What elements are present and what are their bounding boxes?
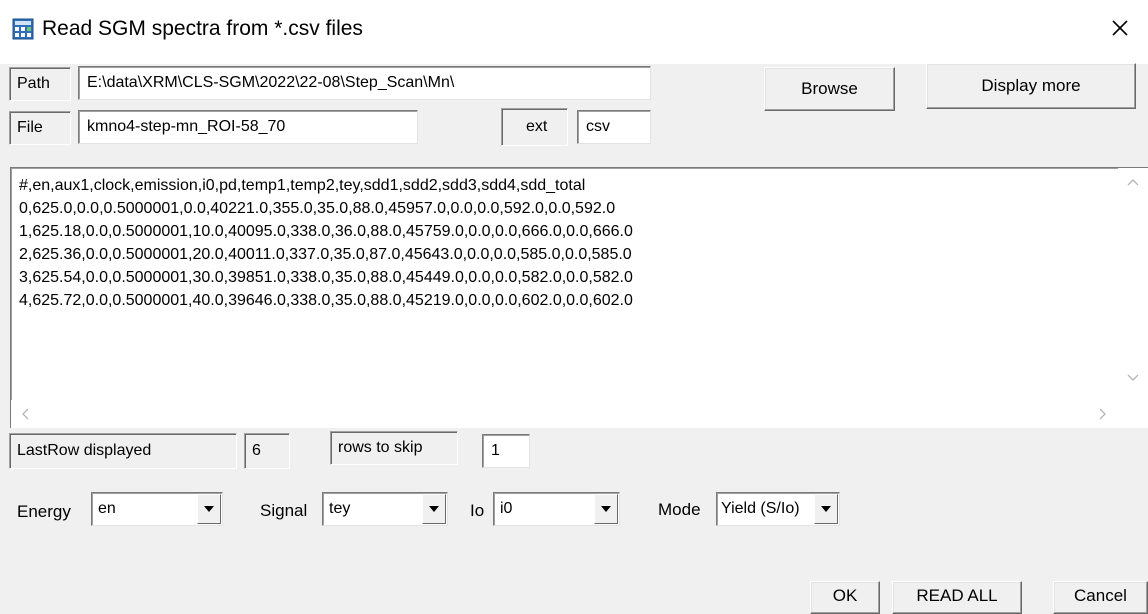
preview-line: #,en,aux1,clock,emission,i0,pd,temp1,tem… (19, 177, 586, 194)
chevron-down-icon[interactable] (594, 494, 618, 524)
vertical-scrollbar[interactable] (1118, 168, 1148, 400)
path-label: Path (9, 67, 71, 101)
mode-select[interactable]: Yield (S/Io) (716, 492, 840, 526)
horizontal-scrollbar[interactable] (11, 400, 1148, 428)
scroll-left-arrow-icon[interactable] (21, 408, 29, 420)
chevron-down-icon[interactable] (422, 494, 446, 524)
chevron-down-icon[interactable] (814, 494, 838, 524)
mode-label: Mode (658, 500, 701, 519)
rows-to-skip-input[interactable]: 1 (482, 434, 530, 468)
scroll-right-arrow-icon[interactable] (1099, 408, 1107, 420)
file-label: File (9, 111, 71, 145)
file-input[interactable]: kmno4-step-mn_ROI-58_70 (78, 110, 418, 144)
ext-label: ext (501, 108, 568, 146)
io-label: Io (470, 501, 485, 520)
energy-select[interactable]: en (91, 492, 223, 526)
window-title: Read SGM spectra from *.csv files (42, 17, 363, 40)
signal-selected: tey (329, 500, 351, 517)
close-icon[interactable] (1106, 14, 1134, 42)
cancel-button[interactable]: Cancel (1053, 581, 1148, 614)
rows-to-skip-label: rows to skip (330, 431, 458, 465)
signal-select[interactable]: tey (322, 492, 448, 526)
read-all-button[interactable]: READ ALL (892, 581, 1022, 614)
scroll-up-arrow-icon[interactable] (1127, 178, 1139, 186)
energy-selected: en (98, 500, 116, 517)
io-select[interactable]: i0 (493, 492, 620, 526)
mode-selected: Yield (S/Io) (721, 500, 800, 517)
preview-line: 1,625.18,0.0,0.5000001,10.0,40095.0,338.… (19, 223, 633, 240)
file-preview-textarea[interactable]: #,en,aux1,clock,emission,i0,pd,temp1,tem… (10, 167, 1148, 428)
calculator-table-icon (12, 18, 34, 40)
display-more-button[interactable]: Display more (926, 63, 1136, 109)
preview-line: 2,625.36,0.0,0.5000001,20.0,40011.0,337.… (19, 246, 632, 263)
chevron-down-icon[interactable] (197, 494, 221, 524)
last-row-label: LastRow displayed (9, 433, 237, 469)
preview-line: 4,625.72,0.0,0.5000001,40.0,39646.0,338.… (19, 292, 633, 309)
last-row-value: 6 (244, 433, 290, 469)
path-input[interactable]: E:\data\XRM\CLS-SGM\2022\22-08\Step_Scan… (78, 66, 651, 100)
preview-line: 3,625.54,0.0,0.5000001,30.0,39851.0,338.… (19, 269, 633, 286)
ok-button[interactable]: OK (810, 581, 880, 614)
preview-text: #,en,aux1,clock,emission,i0,pd,temp1,tem… (19, 174, 1114, 312)
io-selected: i0 (500, 500, 513, 517)
signal-label: Signal (260, 501, 308, 520)
energy-label: Energy (17, 502, 71, 521)
browse-button[interactable]: Browse (764, 67, 895, 111)
preview-line: 0,625.0,0.0,0.5000001,0.0,40221.0,355.0,… (19, 200, 616, 217)
scroll-down-arrow-icon[interactable] (1127, 374, 1139, 382)
ext-input[interactable]: csv (577, 110, 651, 144)
